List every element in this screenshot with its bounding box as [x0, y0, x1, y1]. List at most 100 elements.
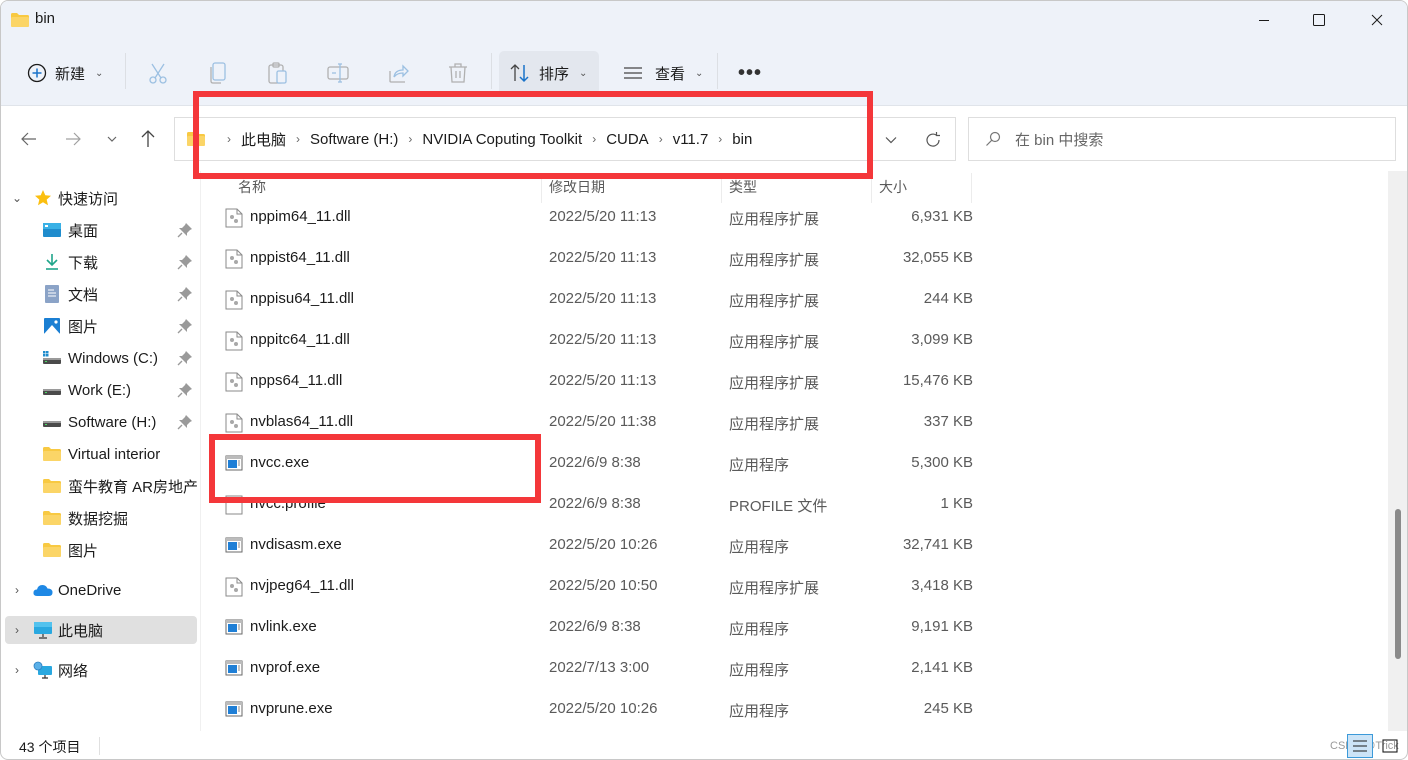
sort-button[interactable]: 排序 ⌄ — [499, 51, 599, 95]
sidebar-item[interactable]: 桌面 — [5, 216, 197, 244]
share-icon[interactable] — [386, 61, 410, 85]
sidebar-label: Virtual interior — [68, 445, 161, 463]
file-date: 2022/5/20 10:26 — [549, 700, 658, 717]
sidebar-item[interactable]: Work (E:) — [5, 376, 197, 404]
scrollbar-thumb[interactable] — [1395, 509, 1401, 659]
sidebar-item-quick-access[interactable]: ⌄ 快速访问 — [5, 184, 197, 212]
back-button[interactable] — [15, 125, 43, 153]
file-type: 应用程序扩展 — [729, 211, 820, 228]
sidebar-item[interactable]: 数据挖掘 — [5, 504, 197, 532]
more-options-button[interactable]: ••• — [738, 51, 762, 95]
details-view-button[interactable] — [1347, 734, 1373, 758]
chevron-right-icon[interactable]: › — [296, 132, 300, 146]
file-date: 2022/5/20 11:13 — [549, 372, 657, 389]
sidebar-item-network[interactable]: › 网络 — [5, 656, 197, 684]
file-row[interactable]: nvblas64_11.dll 2022/5/20 11:38 应用程序扩展 337 … — [223, 403, 973, 443]
chevron-right-icon[interactable]: › — [408, 132, 412, 146]
file-name: nvcc.profile — [250, 495, 326, 512]
pictures-icon — [42, 317, 62, 335]
file-row[interactable]: nppist64_11.dll 2022/5/20 11:13 应用程序扩展 32,0… — [223, 239, 973, 279]
file-date: 2022/5/20 11:13 — [549, 290, 657, 307]
item-count: 43 个项目 — [19, 739, 81, 755]
minimize-button[interactable] — [1241, 1, 1287, 39]
file-row[interactable]: nvdisasm.exe 2022/5/20 10:26 应用程序 32,741 KB — [223, 526, 973, 566]
file-type: 应用程序扩展 — [729, 580, 820, 597]
chevron-right-icon[interactable]: › — [718, 132, 722, 146]
arrow-right-icon — [66, 132, 81, 146]
sidebar-item[interactable]: Windows (C:) — [5, 344, 197, 372]
sidebar-item[interactable]: 图片 — [5, 312, 197, 340]
cut-icon[interactable] — [146, 61, 170, 85]
chevron-right-icon[interactable]: › — [659, 132, 663, 146]
file-type: 应用程序 — [729, 703, 790, 720]
close-button[interactable] — [1354, 1, 1400, 39]
maximize-button[interactable] — [1296, 1, 1342, 39]
sidebar-item-this-pc[interactable]: › 此电脑 — [5, 616, 197, 644]
file-name: nppist64_11.dll — [250, 249, 350, 266]
file-row[interactable]: nppitc64_11.dll 2022/5/20 11:13 应用程序扩展 3,09… — [223, 321, 973, 361]
title-bar: bin — [1, 1, 1407, 41]
sidebar-label: 此电脑 — [58, 622, 104, 640]
rename-icon[interactable] — [326, 61, 350, 85]
file-row[interactable]: nvprof.exe 2022/7/13 3:00 应用程序 2,141 KB — [223, 649, 973, 689]
view-button[interactable]: 查看 ⌄ — [621, 51, 703, 95]
copy-icon[interactable] — [206, 61, 230, 85]
file-name: nppitc64_11.dll — [250, 331, 350, 348]
view-label: 查看 — [655, 65, 686, 83]
tiles-view-icon — [1382, 739, 1398, 753]
sort-icon — [510, 64, 529, 83]
file-row[interactable]: nvlink.exe 2022/6/9 8:38 应用程序 9,191 KB — [223, 608, 973, 648]
dll-file-icon — [225, 372, 243, 392]
address-history-button[interactable] — [879, 128, 903, 152]
search-box[interactable]: 在 bin 中搜索 — [968, 117, 1396, 161]
sidebar-item[interactable]: 蛮牛教育 AR房地产 — [5, 472, 198, 500]
file-type: 应用程序 — [729, 457, 790, 474]
forward-button[interactable] — [59, 125, 87, 153]
sidebar-item-onedrive[interactable]: › OneDrive — [5, 576, 197, 604]
breadcrumb-item[interactable]: 此电脑 — [241, 129, 286, 150]
folder-icon — [187, 132, 205, 146]
tiles-view-button[interactable] — [1377, 734, 1403, 758]
file-row[interactable]: nvcc.profile 2022/6/9 8:38 PROFILE 文件 1 KB — [223, 485, 973, 525]
minimize-icon — [1259, 20, 1269, 21]
delete-icon[interactable] — [446, 61, 470, 85]
chevron-down-icon — [107, 136, 117, 142]
breadcrumb-item[interactable]: NVIDIA Coputing Toolkit — [422, 131, 582, 148]
chevron-right-icon[interactable]: › — [592, 132, 596, 146]
file-size: 337 KB — [923, 413, 973, 430]
file-type: 应用程序扩展 — [729, 416, 820, 433]
refresh-button[interactable] — [919, 126, 947, 154]
file-date: 2022/5/20 11:38 — [549, 413, 657, 430]
file-date: 2022/6/9 8:38 — [549, 454, 641, 471]
chevron-right-icon[interactable]: › — [227, 132, 231, 146]
file-row[interactable]: nppim64_11.dll 2022/5/20 11:13 应用程序扩展 6,931… — [223, 198, 973, 238]
breadcrumb-item[interactable]: v11.7 — [673, 131, 709, 148]
file-row[interactable]: npps64_11.dll 2022/5/20 11:13 应用程序扩展 15,476… — [223, 362, 973, 402]
breadcrumb-item[interactable]: bin — [732, 131, 752, 148]
file-name: nppisu64_11.dll — [250, 290, 354, 307]
address-bar[interactable]: › 此电脑 › Software (H:) › NVIDIA Coputing Toolk… — [174, 117, 956, 161]
file-type: 应用程序扩展 — [729, 375, 820, 392]
file-type: 应用程序 — [729, 539, 790, 556]
sidebar-item[interactable]: 下载 — [5, 248, 197, 276]
breadcrumb-item[interactable]: CUDA — [606, 131, 649, 148]
new-button[interactable]: 新建 ⌄ — [27, 51, 103, 95]
up-button[interactable] — [134, 125, 162, 153]
file-row[interactable]: nvprune.exe 2022/5/20 10:26 应用程序 245 KB — [223, 690, 973, 730]
sidebar-item[interactable]: Software (H:) — [5, 408, 197, 436]
sidebar-label: 数据挖掘 — [68, 510, 129, 528]
file-name: nvprof.exe — [250, 659, 321, 676]
file-row[interactable]: nvcc.exe 2022/6/9 8:38 应用程序 5,300 KB — [223, 444, 973, 484]
paste-icon[interactable] — [266, 61, 290, 85]
file-type: PROFILE 文件 — [729, 498, 828, 515]
sidebar-item[interactable]: Virtual interior — [5, 440, 197, 468]
sidebar-item[interactable]: 文档 — [5, 280, 197, 308]
recent-locations-button[interactable] — [98, 125, 126, 153]
file-row[interactable]: nvjpeg64_11.dll 2022/5/20 10:50 应用程序扩展 3,41… — [223, 567, 973, 607]
dll-file-icon — [225, 208, 243, 228]
breadcrumb-item[interactable]: Software (H:) — [310, 131, 398, 148]
pin-icon — [177, 318, 193, 334]
sidebar-item[interactable]: 图片 — [5, 536, 197, 564]
file-row[interactable]: nppisu64_11.dll 2022/5/20 11:13 应用程序扩展 244 … — [223, 280, 973, 320]
download-icon — [42, 253, 62, 271]
